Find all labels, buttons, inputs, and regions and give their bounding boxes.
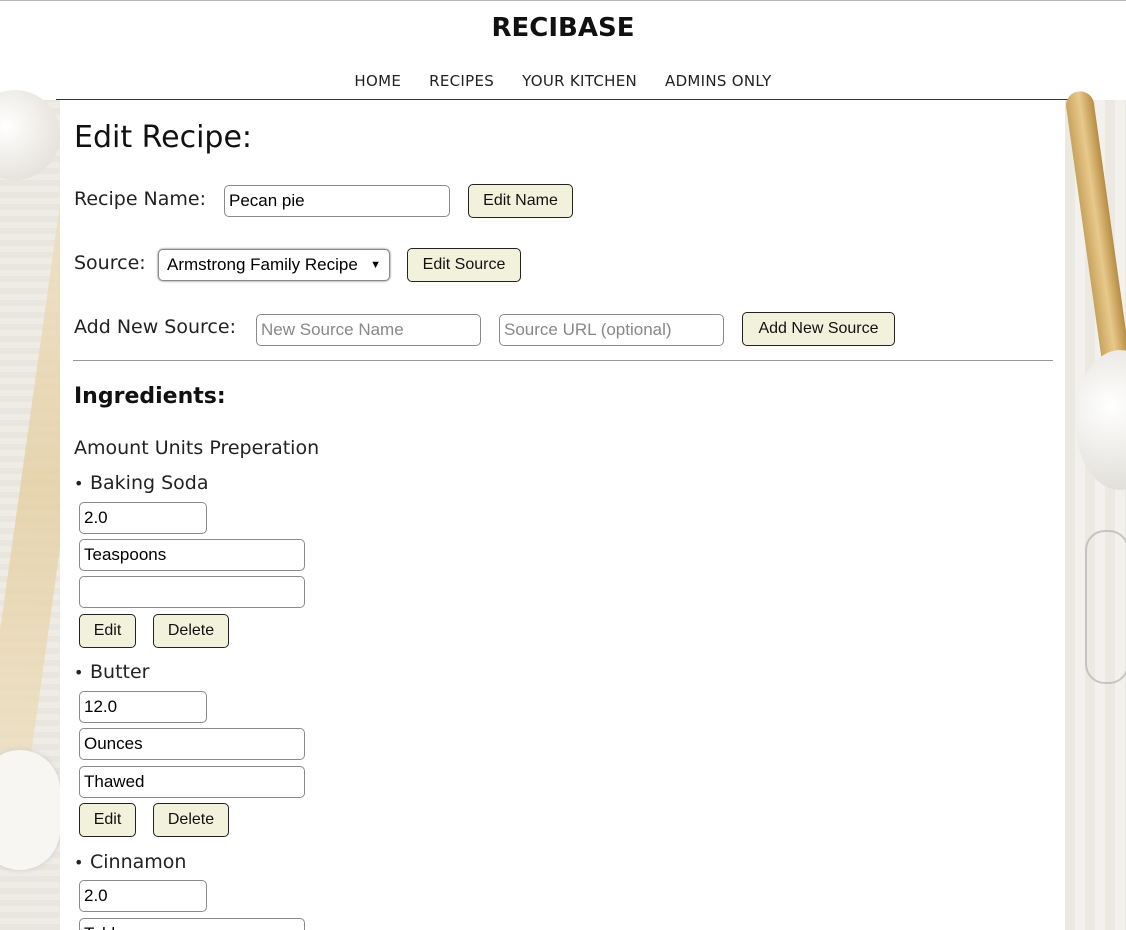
section-divider <box>73 360 1053 361</box>
nav-recipes[interactable]: RECIPES <box>429 72 494 90</box>
edit-ingredient-button[interactable]: Edit <box>79 803 136 837</box>
background-right-panel <box>1064 89 1126 930</box>
delete-ingredient-button[interactable]: Delete <box>153 803 229 837</box>
bullet: • <box>74 663 84 682</box>
whisk-decoration <box>1085 530 1126 684</box>
edit-source-button[interactable]: Edit Source <box>407 248 521 282</box>
amount-input[interactable] <box>79 880 207 912</box>
nav-your-kitchen[interactable]: YOUR KITCHEN <box>522 72 637 90</box>
new-source-name-input[interactable] <box>256 314 481 346</box>
amount-input[interactable] <box>79 691 207 723</box>
rolling-pin-decoration <box>1064 89 1126 391</box>
source-label: Source: <box>74 252 146 274</box>
ingredient-name: • Butter <box>74 661 149 683</box>
nav-admins-only[interactable]: ADMINS ONLY <box>665 72 772 90</box>
bullet: • <box>74 474 84 493</box>
units-input[interactable] <box>79 539 305 571</box>
chevron-down-icon: ▼ <box>370 259 381 271</box>
source-selected-value: Armstrong Family Recipe <box>167 255 358 274</box>
units-input[interactable] <box>79 918 305 930</box>
nav-home[interactable]: HOME <box>354 72 401 90</box>
main-nav: HOME RECIPES YOUR KITCHEN ADMINS ONLY <box>0 72 1126 90</box>
units-input[interactable] <box>79 728 305 760</box>
amount-input[interactable] <box>79 502 207 534</box>
background-left-panel <box>0 90 117 930</box>
bowl-decoration <box>1075 350 1126 490</box>
delete-ingredient-button[interactable]: Delete <box>153 614 229 648</box>
add-new-source-button[interactable]: Add New Source <box>742 312 895 346</box>
source-url-input[interactable] <box>499 314 724 346</box>
ingredient-label: Baking Soda <box>90 472 209 494</box>
bullet: • <box>74 853 84 872</box>
recipe-name-input[interactable] <box>224 185 450 217</box>
recipe-name-label: Recipe Name: <box>74 188 207 210</box>
preparation-input[interactable] <box>79 576 305 608</box>
ingredients-column-header: Amount Units Preperation <box>74 437 320 459</box>
preparation-input[interactable] <box>79 766 305 798</box>
ingredient-name: • Baking Soda <box>74 472 209 494</box>
flour-bowl-decoration <box>0 90 60 180</box>
page-title: Edit Recipe: <box>74 120 253 155</box>
cup-decoration <box>0 750 60 870</box>
source-select[interactable]: Armstrong Family Recipe ▼ <box>158 249 390 281</box>
ingredient-label: Cinnamon <box>90 851 187 873</box>
edit-name-button[interactable]: Edit Name <box>468 184 573 218</box>
edit-ingredient-button[interactable]: Edit <box>79 614 136 648</box>
site-brand[interactable]: RECIBASE <box>0 13 1126 43</box>
add-new-source-label: Add New Source: <box>74 316 236 338</box>
ingredient-name: • Cinnamon <box>74 851 186 873</box>
site-header: RECIBASE HOME RECIPES YOUR KITCHEN ADMIN… <box>0 1 1126 100</box>
edit-recipe-panel: Edit Recipe: Recipe Name: Edit Name Sour… <box>60 100 1065 930</box>
ingredient-label: Butter <box>90 661 150 683</box>
ingredients-title: Ingredients: <box>74 384 226 409</box>
